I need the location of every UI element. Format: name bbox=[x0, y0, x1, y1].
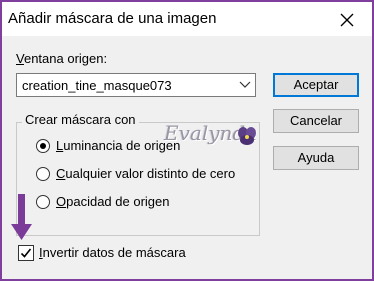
help-button[interactable]: Ayuda bbox=[273, 146, 359, 170]
radio-button[interactable] bbox=[36, 167, 50, 181]
dialog-window: Añadir máscara de una imagen Ventana ori… bbox=[2, 2, 372, 279]
source-window-value: creation_tine_masque073 bbox=[22, 78, 172, 93]
radio-label-opacity: Opacidad de origen bbox=[56, 194, 170, 209]
accept-button[interactable]: Aceptar bbox=[273, 73, 359, 97]
cancel-button[interactable]: Cancelar bbox=[273, 109, 359, 133]
checkmark-icon bbox=[20, 248, 32, 258]
radio-label-luminance: Luminancia de origen bbox=[56, 138, 181, 153]
radio-label-nonzero: Cualquier valor distinto de cero bbox=[56, 166, 236, 181]
source-window-label: Ventana origen: bbox=[16, 51, 108, 66]
invert-mask-label: Invertir datos de máscara bbox=[39, 245, 186, 260]
title-bar: Añadir máscara de una imagen bbox=[2, 2, 372, 36]
chevron-down-icon bbox=[239, 81, 251, 88]
invert-mask-checkbox[interactable] bbox=[18, 245, 34, 261]
radio-button[interactable] bbox=[36, 139, 50, 153]
source-window-select[interactable]: creation_tine_masque073 bbox=[16, 73, 256, 97]
radio-button[interactable] bbox=[36, 195, 50, 209]
mask-source-group-label: Crear máscara con bbox=[22, 112, 139, 127]
violet-flower-icon bbox=[238, 127, 256, 145]
close-icon[interactable] bbox=[335, 8, 359, 32]
dialog-title: Añadir máscara de una imagen bbox=[8, 10, 217, 27]
